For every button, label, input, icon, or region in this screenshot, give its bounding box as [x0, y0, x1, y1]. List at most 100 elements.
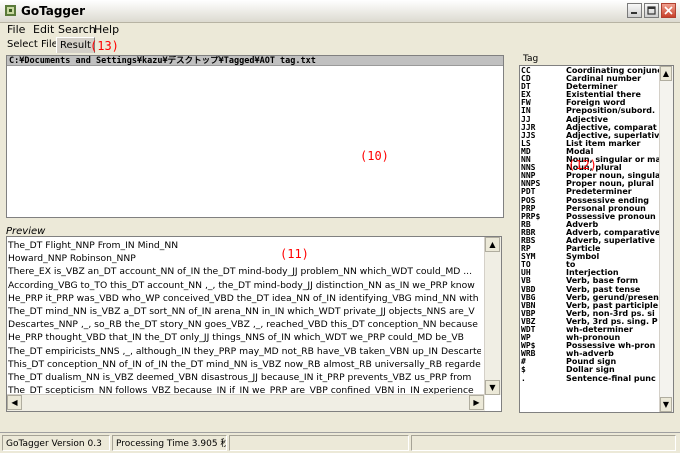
- annotation-tag: (12): [568, 158, 597, 172]
- tag-row[interactable]: JJS Adjective, superlativ: [521, 132, 661, 140]
- tag-description: Proper noun, singula: [566, 172, 659, 181]
- preview-line: He_PRP thought_VBD that_IN the_DT only_J…: [8, 332, 464, 344]
- tag-description: Adverb, comparative: [566, 228, 659, 237]
- status-empty-1: [229, 435, 409, 451]
- tag-list: CC Coordinating conjunc CD Cardinal number D…: [521, 67, 661, 411]
- result-panel[interactable]: C:¥Documents and Settings¥kazu¥デスクトップ¥Ta…: [6, 55, 504, 218]
- tag-description: Verb, past tense: [566, 285, 641, 294]
- tag-description: Verb, gerund/presen: [566, 293, 659, 302]
- tag-row[interactable]: . Sentence-final punc: [521, 375, 661, 383]
- tag-code: UH: [521, 269, 531, 278]
- preview-line: The_DT mind_NN is_VBZ a_DT sort_NN of_IN…: [8, 305, 475, 317]
- menu-edit[interactable]: Edit: [33, 23, 54, 36]
- tag-row[interactable]: VBZ Verb, 3rd ps. sing. P: [521, 318, 661, 326]
- tag-row[interactable]: IN Preposition/subord.: [521, 107, 661, 115]
- menu-search[interactable]: Search: [58, 23, 96, 36]
- preview-vertical-scrollbar[interactable]: ▲ ▼: [484, 237, 501, 395]
- tag-row[interactable]: RB Adverb: [521, 221, 661, 229]
- tag-row[interactable]: PDT Predeterminer: [521, 188, 661, 196]
- tag-row[interactable]: PRP Personal pronoun: [521, 205, 661, 213]
- tag-row[interactable]: $ Dollar sign: [521, 366, 661, 374]
- tag-row[interactable]: RBS Adverb, superlative: [521, 237, 661, 245]
- tag-row[interactable]: VBD Verb, past tense: [521, 286, 661, 294]
- scroll-down-button[interactable]: ▼: [485, 380, 500, 395]
- tag-row[interactable]: # Pound sign: [521, 358, 661, 366]
- preview-line: The_DT dualism_NN is_VBZ deemed_VBN disa…: [8, 371, 472, 383]
- tag-row[interactable]: POS Possessive ending: [521, 197, 661, 205]
- tag-row[interactable]: RP Particle: [521, 245, 661, 253]
- tag-description: wh-pronoun: [566, 334, 621, 343]
- tag-row[interactable]: WRB wh-adverb: [521, 350, 661, 358]
- tag-description: Proper noun, plural: [566, 180, 654, 189]
- maximize-button[interactable]: [644, 3, 659, 18]
- tag-row[interactable]: EX Existential there: [521, 91, 661, 99]
- minimize-button[interactable]: [627, 3, 642, 18]
- tag-row[interactable]: SYM Symbol: [521, 253, 661, 261]
- menu-bar: File Edit Search Help: [0, 22, 680, 36]
- tag-description: Foreign word: [566, 99, 626, 108]
- scroll-up-button[interactable]: ▲: [485, 237, 500, 252]
- tag-description: Verb, past participle: [566, 301, 659, 310]
- tag-row[interactable]: RBR Adverb, comparative: [521, 229, 661, 237]
- tag-row[interactable]: NNP Proper noun, singula: [521, 172, 661, 180]
- tag-row[interactable]: CD Cardinal number: [521, 75, 661, 83]
- preview-horizontal-scrollbar[interactable]: ◀ ▶: [7, 394, 485, 411]
- tag-description: Modal: [566, 147, 594, 156]
- tag-row[interactable]: FW Foreign word: [521, 99, 661, 107]
- tag-description: Coordinating conjunc: [566, 67, 659, 75]
- tag-code: NNPS: [521, 180, 541, 189]
- tag-row[interactable]: CC Coordinating conjunc: [521, 67, 661, 75]
- menu-file[interactable]: File: [7, 23, 25, 36]
- tag-row[interactable]: TO to: [521, 261, 661, 269]
- tag-row[interactable]: VBN Verb, past participle: [521, 302, 661, 310]
- tag-row[interactable]: VBP Verb, non-3rd ps. si: [521, 310, 661, 318]
- preview-line: This_DT conception_NN of_IN of_IN the_DT…: [8, 358, 481, 370]
- status-app-version: GoTagger Version 0.3: [2, 435, 110, 451]
- tag-code: WP: [521, 334, 531, 343]
- close-button[interactable]: [661, 3, 676, 18]
- scroll-right-button[interactable]: ▶: [469, 395, 484, 410]
- tag-row[interactable]: UH Interjection: [521, 269, 661, 277]
- preview-line: According_VBG to_TO this_DT account_NN ,…: [8, 279, 475, 291]
- tag-scroll-down-button[interactable]: ▼: [660, 397, 672, 412]
- tag-code: JJS: [521, 131, 536, 140]
- tag-row[interactable]: JJR Adjective, comparat: [521, 124, 661, 132]
- annotation-preview: (11): [280, 247, 309, 261]
- tag-code: LS: [521, 139, 531, 148]
- tag-description: Adverb, superlative: [566, 236, 655, 245]
- tag-description: Possessive pronoun: [566, 212, 656, 221]
- tag-description: Interjection: [566, 269, 619, 278]
- tag-row[interactable]: PRP$ Possessive pronoun: [521, 213, 661, 221]
- tag-row[interactable]: WDT wh-determiner: [521, 326, 661, 334]
- menu-help[interactable]: Help: [94, 23, 119, 36]
- tag-vertical-scrollbar[interactable]: ▲ ▼: [659, 66, 673, 412]
- tag-code: WDT: [521, 326, 536, 334]
- scroll-left-button[interactable]: ◀: [7, 395, 22, 410]
- tag-row[interactable]: WP$ Possessive wh-pron: [521, 342, 661, 350]
- tag-row[interactable]: MD Modal: [521, 148, 661, 156]
- preview-panel[interactable]: The_DT Flight_NNP From_IN Mind_NN Howard_…: [6, 236, 502, 412]
- tag-row[interactable]: LS List item marker: [521, 140, 661, 148]
- tag-scroll-up-button[interactable]: ▲: [660, 66, 672, 81]
- tag-row[interactable]: DT Determiner: [521, 83, 661, 91]
- tag-description: wh-adverb: [566, 350, 614, 359]
- tag-description: Adjective, superlativ: [566, 131, 659, 140]
- tag-row[interactable]: JJ Adjective: [521, 116, 661, 124]
- tag-code: DT: [521, 83, 531, 92]
- tag-panel-header: Tag: [523, 54, 539, 64]
- tag-code: CD: [521, 75, 531, 84]
- tag-description: Verb, 3rd ps. sing. P: [566, 317, 658, 326]
- file-path: C:¥Documents and Settings¥kazu¥デスクトップ¥Ta…: [7, 56, 503, 66]
- tag-code: VBZ: [521, 317, 536, 326]
- vertical-splitter[interactable]: [505, 55, 515, 410]
- preview-line: The_DT Flight_NNP From_IN Mind_NN: [8, 240, 179, 251]
- tag-description: Possessive wh-pron: [566, 342, 656, 351]
- tag-row[interactable]: NNPS Proper noun, plural: [521, 180, 661, 188]
- tag-panel[interactable]: CC Coordinating conjunc CD Cardinal number D…: [519, 65, 674, 413]
- tag-row[interactable]: WP wh-pronoun: [521, 334, 661, 342]
- tag-description: Verb, non-3rd ps. si: [566, 309, 655, 318]
- tag-row[interactable]: VB Verb, base form: [521, 277, 661, 285]
- tag-code: RBS: [521, 236, 536, 245]
- tag-code: EX: [521, 91, 531, 100]
- tag-row[interactable]: VBG Verb, gerund/presen: [521, 294, 661, 302]
